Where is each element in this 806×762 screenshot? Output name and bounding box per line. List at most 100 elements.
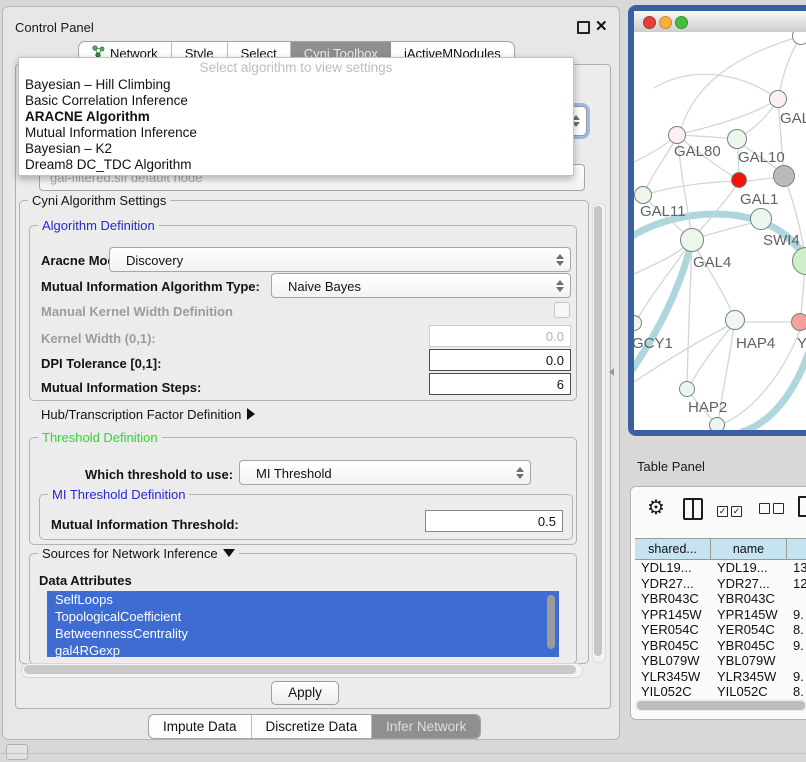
network-window-titlebar[interactable]: [634, 11, 806, 33]
attributes-list-scrollbar[interactable]: [547, 595, 555, 649]
aracne-mode-value: Discovery: [120, 253, 183, 268]
algorithm-option[interactable]: Bayesian – Hill Climbing: [25, 77, 567, 93]
tab-discretize-data[interactable]: Discretize Data: [252, 715, 373, 738]
table-h-scroll-thumb[interactable]: [637, 701, 805, 710]
data-attributes-label: Data Attributes: [39, 573, 132, 588]
table-cell: YPR145W: [711, 607, 787, 623]
h-scroll-thumb[interactable]: [24, 665, 576, 674]
network-node-gal10[interactable]: [727, 129, 747, 149]
network-node[interactable]: [709, 417, 725, 430]
column-header[interactable]: name: [711, 539, 787, 559]
which-threshold-label: Which threshold to use:: [85, 467, 233, 482]
table-row[interactable]: YBR043CYBR043C: [635, 591, 806, 607]
data-attribute-item[interactable]: TopologicalCoefficient: [47, 608, 559, 625]
network-node-gal[interactable]: [769, 90, 787, 108]
manual-kernel-checkbox[interactable]: [554, 302, 570, 318]
table-cell: YBR045C: [635, 638, 711, 654]
mi-steps-field[interactable]: 6: [429, 373, 571, 395]
table-cell: YDL19...: [711, 560, 787, 576]
select-all-columns-icon[interactable]: ✓✓: [717, 501, 745, 519]
table-row[interactable]: YBL079WYBL079W: [635, 653, 806, 669]
network-view-window: GALGAL80GAL10GAL1GAL11SWI4GAL4GCY1HAP4YH…: [628, 5, 806, 436]
algorithm-option[interactable]: Basic Correlation Inference: [25, 93, 567, 109]
data-attribute-item[interactable]: BetweennessCentrality: [47, 625, 559, 642]
algorithm-option[interactable]: Bayesian – K2: [25, 141, 567, 157]
node-label: HAP2: [688, 399, 727, 416]
table-horizontal-scrollbar[interactable]: [635, 699, 806, 711]
table-cell: 8.: [787, 684, 806, 699]
table-panel-title: Table Panel: [637, 459, 705, 474]
split-columns-icon[interactable]: [683, 498, 703, 520]
table-row[interactable]: YER054CYER054C8.: [635, 622, 806, 638]
table-row[interactable]: YIL052CYIL052C8.: [635, 684, 806, 699]
data-attribute-item[interactable]: SelfLoops: [47, 591, 559, 608]
network-node-hap4[interactable]: [725, 310, 745, 330]
kernel-width-field[interactable]: 0.0: [429, 325, 571, 347]
table-cell: YDL19...: [635, 560, 711, 576]
mi-type-combobox[interactable]: Naive Bayes: [271, 273, 571, 298]
network-node-y[interactable]: [791, 313, 806, 331]
table-cell: 9.: [787, 669, 806, 685]
which-threshold-combobox[interactable]: MI Threshold: [239, 460, 531, 485]
network-canvas[interactable]: GALGAL80GAL10GAL1GAL11SWI4GAL4GCY1HAP4YH…: [634, 32, 806, 430]
close-icon[interactable]: ✕: [595, 17, 608, 35]
apply-button[interactable]: Apply: [271, 681, 339, 705]
sources-group-title[interactable]: Sources for Network Inference: [38, 546, 239, 561]
tab-infer-network[interactable]: Infer Network: [372, 715, 480, 738]
node-label: GAL10: [738, 149, 785, 166]
minimized-panel-icon[interactable]: [6, 744, 28, 760]
network-node[interactable]: [773, 165, 795, 187]
which-threshold-value: MI Threshold: [250, 466, 332, 481]
table-cell: YIL052C: [711, 684, 787, 699]
tab-impute-data[interactable]: Impute Data: [149, 715, 252, 738]
data-attributes-list[interactable]: SelfLoopsTopologicalCoefficientBetweenne…: [47, 591, 559, 657]
float-window-icon[interactable]: [577, 21, 590, 34]
close-traffic-light-icon[interactable]: [643, 16, 656, 29]
network-node-gal1[interactable]: [731, 172, 747, 188]
network-node-gal4[interactable]: [680, 228, 704, 252]
network-node-hap2[interactable]: [679, 381, 695, 397]
algorithm-definition-title: Algorithm Definition: [38, 218, 159, 233]
bottom-tabbar: Impute Data Discretize Data Infer Networ…: [148, 714, 481, 739]
mi-threshold-field[interactable]: 0.5: [425, 510, 563, 532]
table-row[interactable]: YPR145WYPR145W9.: [635, 607, 806, 623]
algorithm-option[interactable]: Dream8 DC_TDC Algorithm: [25, 157, 567, 173]
network-node-gal80[interactable]: [668, 126, 686, 144]
node-label: GAL11: [640, 203, 686, 220]
column-header[interactable]: A: [787, 539, 806, 559]
v-scroll-thumb[interactable]: [594, 206, 602, 656]
zoom-traffic-light-icon[interactable]: [675, 16, 688, 29]
settings-vertical-scrollbar[interactable]: [592, 203, 606, 663]
kernel-width-label: Kernel Width (0,1):: [41, 331, 156, 346]
panel-divider-grip[interactable]: [609, 368, 614, 376]
mi-threshold-group-title: MI Threshold Definition: [48, 487, 189, 502]
gear-icon[interactable]: ⚙: [647, 495, 665, 520]
data-attribute-item[interactable]: gal4RGexp: [47, 642, 559, 657]
deselect-all-columns-icon[interactable]: [759, 501, 787, 519]
table-row[interactable]: YDL19...YDL19...13: [635, 560, 806, 576]
network-node-gal11[interactable]: [634, 186, 652, 204]
table-row[interactable]: YDR27...YDR27...12: [635, 576, 806, 592]
node-label: SWI4: [763, 232, 800, 249]
minimize-traffic-light-icon[interactable]: [659, 16, 672, 29]
expand-right-icon: [247, 408, 255, 420]
hub-definition-expander[interactable]: Hub/Transcription Factor Definition: [41, 407, 255, 422]
table-cell: 13: [787, 560, 806, 576]
network-node-swi4[interactable]: [750, 208, 772, 230]
settings-group-title: Cyni Algorithm Settings: [28, 193, 170, 208]
dpi-tolerance-field[interactable]: 0.0: [429, 349, 571, 371]
column-header[interactable]: shared...: [635, 539, 711, 559]
aracne-mode-combobox[interactable]: Discovery: [109, 247, 571, 272]
table-cell: YER054C: [711, 622, 787, 638]
table-row[interactable]: YLR345WYLR345W9.: [635, 669, 806, 685]
table-cell: [787, 653, 806, 669]
document-icon[interactable]: [798, 496, 806, 517]
table-row[interactable]: YBR045CYBR045C9.: [635, 638, 806, 654]
table-cell: YER054C: [635, 622, 711, 638]
algorithm-option[interactable]: ARACNE Algorithm: [25, 109, 567, 125]
node-label: Y: [797, 335, 806, 352]
table-cell: YBR045C: [711, 638, 787, 654]
node-label: GAL1: [740, 191, 778, 208]
algorithm-option[interactable]: Mutual Information Inference: [25, 125, 567, 141]
settings-horizontal-scrollbar[interactable]: [21, 663, 583, 678]
